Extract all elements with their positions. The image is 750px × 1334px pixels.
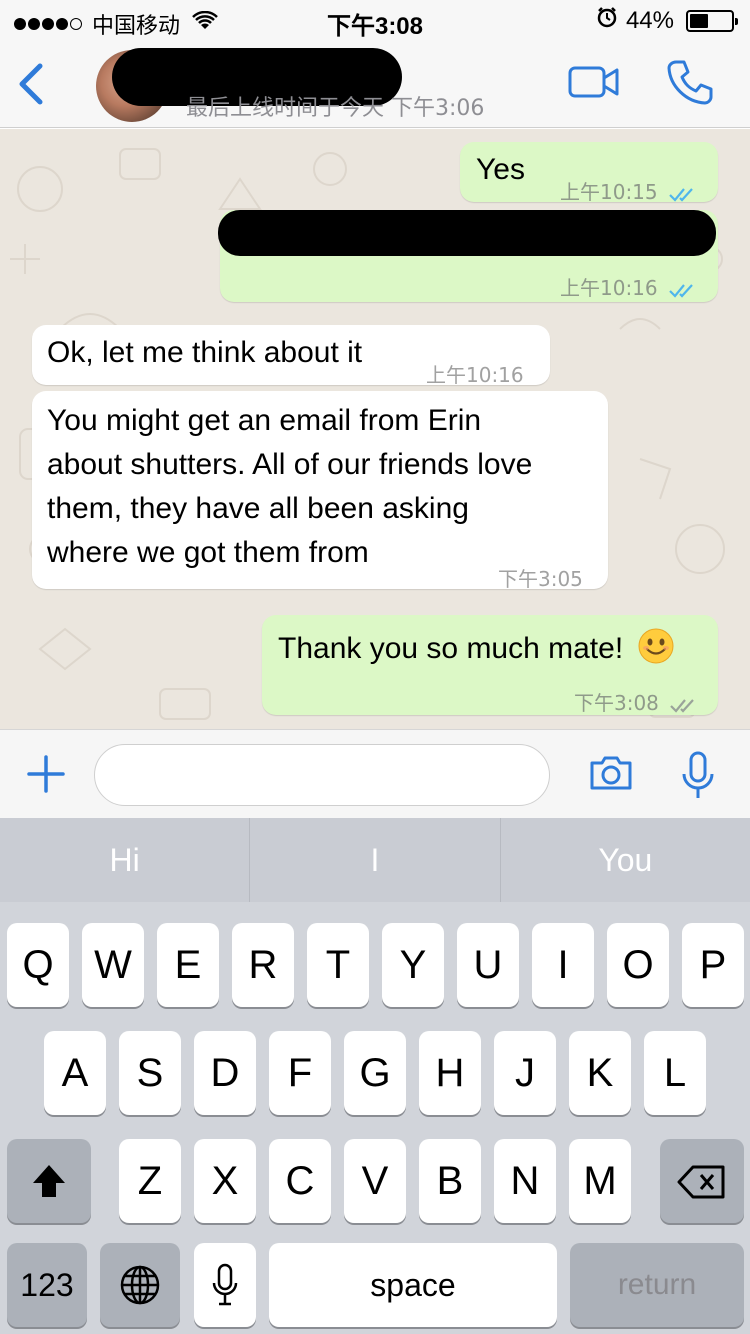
message-input[interactable] xyxy=(94,744,550,806)
camera-icon xyxy=(590,756,632,790)
message-bubble-outgoing[interactable]: 上午10:16 xyxy=(218,210,718,302)
smiling-face-emoji-icon xyxy=(638,628,674,664)
message-bubble-outgoing[interactable]: Yes 上午10:15 xyxy=(460,142,718,204)
message-bubble-incoming[interactable]: You might get an email from Erin about s… xyxy=(32,391,608,591)
suggestion[interactable]: You xyxy=(501,818,750,902)
message-bubble-incoming[interactable]: Ok, let me think about it 上午10:16 xyxy=(32,325,550,387)
attach-button[interactable] xyxy=(26,754,66,799)
numbers-key[interactable]: 123 xyxy=(7,1243,87,1327)
key-l[interactable]: L xyxy=(644,1031,706,1115)
key-c[interactable]: C xyxy=(269,1139,331,1223)
dictation-key[interactable] xyxy=(194,1243,256,1327)
plus-icon xyxy=(27,755,65,793)
key-s[interactable]: S xyxy=(119,1031,181,1115)
key-q[interactable]: Q xyxy=(7,923,69,1007)
key-f[interactable]: F xyxy=(269,1031,331,1115)
keyboard: Q W E R T Y U I O P A S D F G H J K L Z … xyxy=(0,902,750,1334)
message-time: 上午10:15 xyxy=(560,180,658,204)
globe-key[interactable] xyxy=(100,1243,180,1327)
key-j[interactable]: J xyxy=(494,1031,556,1115)
globe-icon xyxy=(120,1265,160,1305)
message-text: Yes xyxy=(476,153,525,186)
key-d[interactable]: D xyxy=(194,1031,256,1115)
delete-key[interactable] xyxy=(660,1139,744,1223)
shift-key[interactable] xyxy=(7,1139,91,1223)
key-n[interactable]: N xyxy=(494,1139,556,1223)
chat-header: 最后上线时间于今天 下午3:06 xyxy=(0,40,750,128)
alarm-icon xyxy=(596,6,618,35)
key-e[interactable]: E xyxy=(157,923,219,1007)
shift-arrow-icon xyxy=(33,1165,65,1197)
video-camera-icon xyxy=(568,66,619,98)
key-y[interactable]: Y xyxy=(382,923,444,1007)
video-call-button[interactable] xyxy=(568,64,620,105)
message-bubble-outgoing[interactable]: Thank you so much mate! 下午3:08 xyxy=(262,615,718,715)
microphone-icon xyxy=(682,751,714,798)
voice-call-button[interactable] xyxy=(666,58,714,111)
message-time: 上午10:16 xyxy=(560,276,658,300)
key-a[interactable]: A xyxy=(44,1031,106,1115)
message-list[interactable]: Yes 上午10:15 上午10:16 Ok, let me think abo… xyxy=(0,129,750,729)
key-u[interactable]: U xyxy=(457,923,519,1007)
battery-percent: 44% xyxy=(625,6,674,34)
camera-button[interactable] xyxy=(588,754,634,797)
key-r[interactable]: R xyxy=(232,923,294,1007)
key-v[interactable]: V xyxy=(344,1139,406,1223)
key-z[interactable]: Z xyxy=(119,1139,181,1223)
read-receipt-icon xyxy=(669,283,693,298)
key-g[interactable]: G xyxy=(344,1031,406,1115)
suggestion[interactable]: I xyxy=(250,818,501,902)
key-b[interactable]: B xyxy=(419,1139,481,1223)
microphone-icon xyxy=(212,1263,238,1306)
chevron-left-icon xyxy=(19,63,43,105)
delivered-receipt-icon xyxy=(670,698,695,713)
backspace-icon xyxy=(677,1165,725,1199)
message-text: You might get an email from Erin about s… xyxy=(47,404,533,569)
suggestion[interactable]: Hi xyxy=(0,818,251,902)
status-bar: 中国移动 下午3:08 44% xyxy=(0,0,750,40)
key-m[interactable]: M xyxy=(569,1139,631,1223)
back-button[interactable] xyxy=(14,60,50,108)
return-key[interactable]: return xyxy=(570,1243,744,1327)
space-key[interactable]: space xyxy=(269,1243,557,1327)
key-x[interactable]: X xyxy=(194,1139,256,1223)
message-text: Ok, let me think about it xyxy=(47,336,363,369)
last-seen-status: 最后上线时间于今天 下午3:06 xyxy=(186,96,485,121)
key-t[interactable]: T xyxy=(307,923,369,1007)
battery-icon xyxy=(686,9,738,32)
phone-icon xyxy=(667,60,713,105)
message-time: 下午3:08 xyxy=(574,691,659,715)
key-w[interactable]: W xyxy=(82,923,144,1007)
message-text: Thank you so much mate! xyxy=(278,632,624,665)
predictive-text-bar: Hi I You xyxy=(0,818,750,902)
key-p[interactable]: P xyxy=(682,923,744,1007)
composer-bar xyxy=(0,729,750,818)
key-k[interactable]: K xyxy=(569,1031,631,1115)
voice-note-button[interactable] xyxy=(680,750,716,807)
message-time: 下午3:05 xyxy=(498,567,583,591)
key-h[interactable]: H xyxy=(419,1031,481,1115)
key-o[interactable]: O xyxy=(607,923,669,1007)
key-i[interactable]: I xyxy=(532,923,594,1007)
redacted-message-text xyxy=(218,210,716,256)
read-receipt-icon xyxy=(669,187,693,202)
